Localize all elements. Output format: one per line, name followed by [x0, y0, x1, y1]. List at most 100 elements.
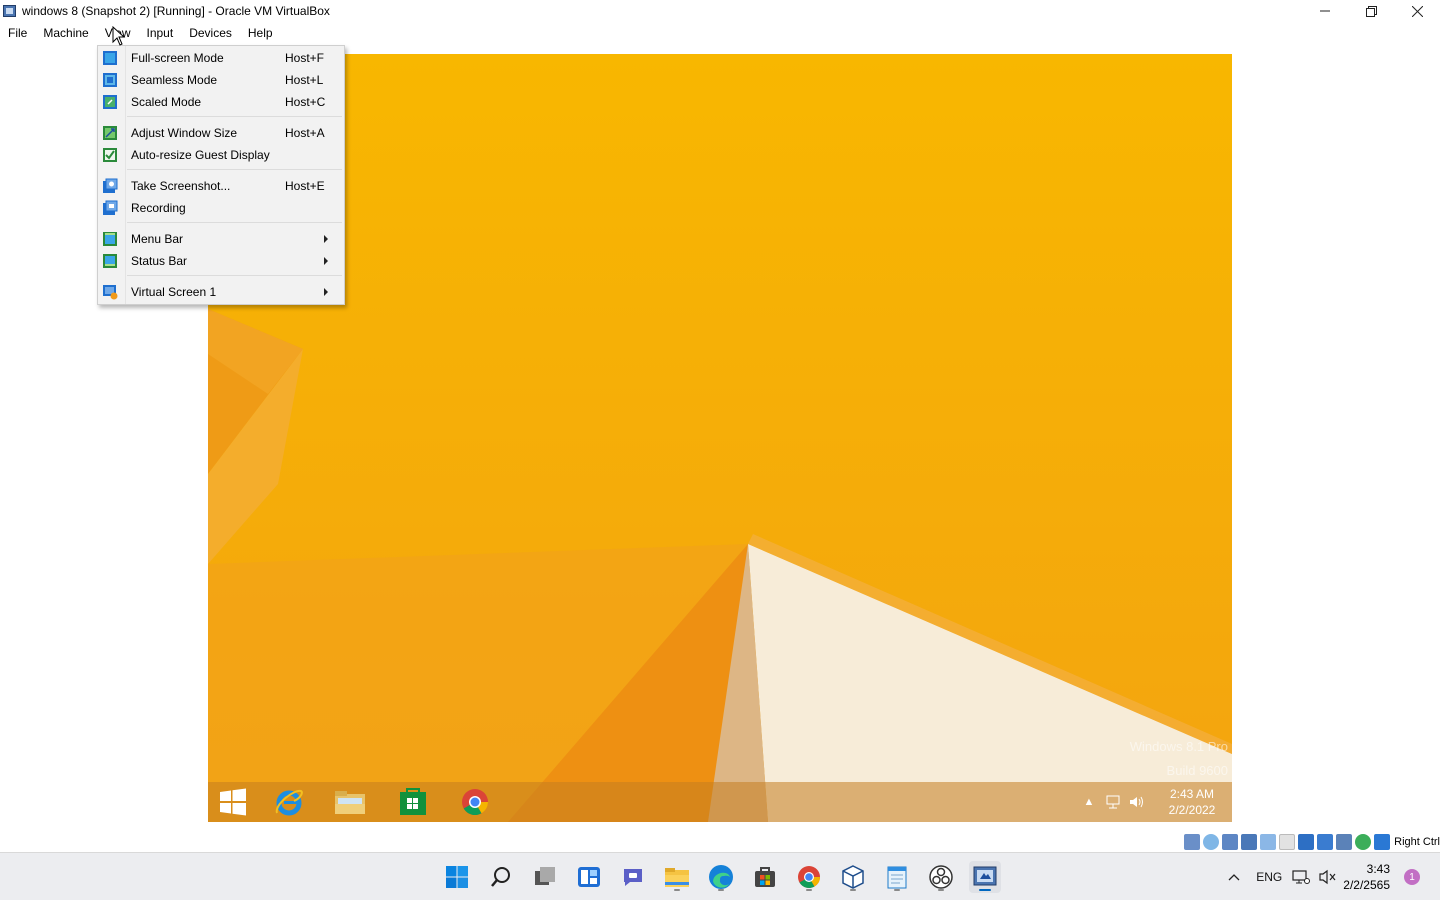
show-hidden-icons-icon[interactable] [1219, 873, 1249, 881]
teams-chat-icon[interactable] [617, 861, 649, 893]
running-indicator [894, 889, 900, 891]
menu-item-seamless-mode[interactable]: Seamless Mode Host+L [98, 69, 344, 91]
fullscreen-icon [103, 51, 117, 65]
menu-help[interactable]: Help [240, 23, 281, 43]
network-icon[interactable] [1104, 793, 1122, 811]
search-icon[interactable] [485, 861, 517, 893]
host-key-label[interactable]: Right Ctrl [1394, 836, 1440, 848]
internet-explorer-icon[interactable] [273, 786, 305, 818]
minimize-button[interactable] [1302, 0, 1348, 22]
menu-input[interactable]: Input [139, 23, 182, 43]
file-explorer-icon[interactable] [334, 786, 366, 818]
restore-button[interactable] [1348, 0, 1394, 22]
notification-badge[interactable]: 1 [1404, 869, 1420, 885]
store-icon[interactable] [397, 786, 429, 818]
adjust-window-icon [103, 126, 117, 140]
host-date: 2/2/2565 [1343, 878, 1390, 892]
menu-item-label: Recording [131, 201, 186, 215]
menu-item-label: Adjust Window Size [131, 126, 238, 140]
close-icon [1411, 5, 1423, 17]
menu-item-shortcut: Host+L [285, 73, 324, 87]
network-adapter-icon[interactable] [1241, 834, 1258, 850]
notepad-icon[interactable] [881, 861, 913, 893]
show-hidden-icons-icon[interactable]: ▲ [1080, 793, 1098, 811]
screenshot-icon [103, 178, 118, 193]
guest-tray: ▲ 2:43 AM 2/2/2022 [1080, 782, 1232, 822]
volume-muted-icon[interactable] [1313, 869, 1343, 885]
menu-devices[interactable]: Devices [181, 23, 240, 43]
submenu-arrow-icon [324, 235, 328, 243]
seamless-icon [103, 73, 117, 87]
menu-item-adjust-window-size[interactable]: Adjust Window Size Host+A [98, 122, 344, 144]
menu-item-label: Take Screenshot... [131, 179, 231, 193]
guest-display[interactable]: Windows 8.1 Pro Build 9600 ▲ 2:43 AM 2/2… [208, 54, 1232, 822]
menu-item-label: Menu Bar [131, 232, 184, 246]
windows-start-icon[interactable] [217, 786, 249, 818]
menu-item-shortcut: Host+F [285, 51, 325, 65]
window-title: windows 8 (Snapshot 2) [Running] - Oracl… [22, 4, 330, 18]
menu-item-virtual-screen-1[interactable]: Virtual Screen 1 [98, 281, 344, 303]
language-indicator[interactable]: ENG [1249, 870, 1289, 884]
guest-clock[interactable]: 2:43 AM 2/2/2022 [1152, 786, 1232, 818]
chrome-icon[interactable] [459, 786, 491, 818]
windows-11-start-icon[interactable] [441, 861, 473, 893]
menu-item-fullscreen-mode[interactable]: Full-screen Mode Host+F [98, 47, 344, 69]
display-icon[interactable] [1298, 834, 1315, 850]
submenu-arrow-icon [324, 288, 328, 296]
network-icon[interactable] [1289, 869, 1313, 885]
close-button[interactable] [1394, 0, 1440, 22]
guest-wallpaper [208, 54, 1232, 822]
recording-status-icon[interactable] [1317, 834, 1334, 850]
virtualbox-icon[interactable] [969, 861, 1001, 893]
view-menu-dropdown: Full-screen Mode Host+F Seamless Mode Ho… [97, 45, 345, 305]
menu-item-label: Seamless Mode [131, 73, 218, 87]
widgets-icon[interactable] [573, 861, 605, 893]
status-bar-icon [103, 254, 117, 268]
running-indicator [938, 889, 944, 891]
virtual-screen-icon [103, 285, 118, 300]
running-indicator [674, 889, 680, 891]
usb-icon[interactable] [1260, 834, 1277, 850]
guest-taskbar: ▲ 2:43 AM 2/2/2022 [208, 782, 1232, 822]
virtualization-icon[interactable] [1336, 834, 1353, 850]
menu-item-scaled-mode[interactable]: Scaled Mode Host+C [98, 91, 344, 113]
menu-item-label: Auto-resize Guest Display [131, 148, 270, 162]
hard-disk-icon[interactable] [1184, 834, 1201, 850]
running-indicator [850, 889, 856, 891]
guest-time: 2:43 AM [1169, 787, 1215, 801]
menu-file[interactable]: File [0, 23, 35, 43]
menu-item-menu-bar[interactable]: Menu Bar [98, 228, 344, 250]
guest-watermark-edition: Windows 8.1 Pro [1129, 739, 1228, 754]
menu-item-shortcut: Host+E [285, 179, 325, 193]
task-view-icon[interactable] [529, 861, 561, 893]
minimize-icon [1320, 10, 1330, 12]
box-icon[interactable] [837, 861, 869, 893]
chrome-icon[interactable] [793, 861, 825, 893]
host-clock[interactable]: 3:43 2/2/2565 [1343, 861, 1390, 893]
menu-bar: File Machine View Input Devices Help [0, 23, 281, 43]
file-explorer-icon[interactable] [661, 861, 693, 893]
running-indicator [979, 889, 991, 891]
menu-item-status-bar[interactable]: Status Bar [98, 250, 344, 272]
menu-item-take-screenshot[interactable]: Take Screenshot... Host+E [98, 175, 344, 197]
audio-icon[interactable] [1222, 834, 1239, 850]
store-icon[interactable] [749, 861, 781, 893]
volume-icon[interactable] [1128, 793, 1146, 811]
obs-icon[interactable] [925, 861, 957, 893]
menu-item-auto-resize-guest-display[interactable]: Auto-resize Guest Display [98, 144, 344, 166]
menu-item-recording[interactable]: Recording [98, 197, 344, 219]
keyboard-capture-icon[interactable] [1374, 834, 1391, 850]
running-indicator [806, 889, 812, 891]
mouse-integration-icon[interactable] [1355, 834, 1372, 850]
menu-separator [127, 275, 342, 276]
edge-icon[interactable] [705, 861, 737, 893]
menu-machine[interactable]: Machine [35, 23, 96, 43]
virtualbox-app-icon[interactable] [2, 3, 18, 19]
guest-watermark-build: Build 9600 [1166, 763, 1228, 778]
menu-bar-icon [103, 232, 117, 246]
menu-item-label: Status Bar [131, 254, 188, 268]
submenu-arrow-icon [324, 257, 328, 265]
menu-separator [127, 116, 342, 117]
shared-folders-icon[interactable] [1279, 834, 1296, 850]
optical-drive-icon[interactable] [1203, 834, 1220, 850]
